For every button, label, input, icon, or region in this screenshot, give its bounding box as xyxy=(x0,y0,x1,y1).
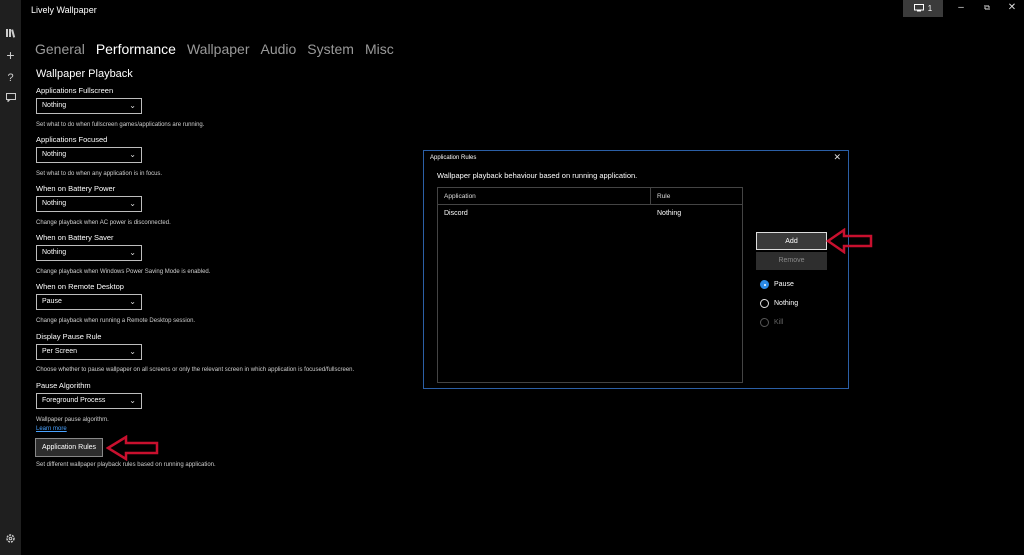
setting-help: Choose whether to pause wallpaper on all… xyxy=(36,367,355,373)
settings-icon[interactable] xyxy=(0,533,21,548)
monitor-count: 1 xyxy=(927,4,933,13)
dropdown-value: Per Screen xyxy=(42,348,78,355)
app-rules-help: Set different wallpaper playback rules b… xyxy=(36,462,216,468)
table-row[interactable]: Discord Nothing xyxy=(438,207,742,221)
application-rules-dialog: Application Rules ✕ Wallpaper playback b… xyxy=(423,150,849,389)
setting-label: When on Battery Power xyxy=(36,184,116,193)
dropdown-value: Nothing xyxy=(42,151,67,158)
dialog-title: Application Rules xyxy=(430,155,477,161)
chevron-down-icon: ⌄ xyxy=(129,248,136,257)
applications-focused-dropdown[interactable]: Nothing ⌄ xyxy=(36,147,142,163)
dropdown-value: Nothing xyxy=(42,200,67,207)
setting-help: Change playback when Windows Power Savin… xyxy=(36,269,211,275)
chevron-down-icon: ⌄ xyxy=(129,396,136,405)
dropdown-value: Pause xyxy=(42,298,62,305)
radio-unchecked-icon xyxy=(760,318,769,327)
setting-help: Change playback when running a Remote De… xyxy=(36,318,196,324)
red-arrow-icon xyxy=(826,228,873,254)
setting-help: Change playback when AC power is disconn… xyxy=(36,220,171,226)
tab-system[interactable]: System xyxy=(307,40,354,58)
setting-label: Applications Focused xyxy=(36,135,108,144)
pause-algorithm-dropdown[interactable]: Foreground Process ⌄ xyxy=(36,393,142,409)
dialog-description: Wallpaper playback behaviour based on ru… xyxy=(437,171,638,180)
chevron-down-icon: ⌄ xyxy=(129,150,136,159)
radio-unchecked-icon xyxy=(760,299,769,308)
setting-label: When on Remote Desktop xyxy=(36,282,124,291)
close-icon[interactable]: ✕ xyxy=(833,152,841,163)
minimize-icon[interactable]: – xyxy=(953,2,969,13)
feedback-icon[interactable] xyxy=(0,92,21,106)
remove-button[interactable]: Remove xyxy=(756,252,827,270)
dropdown-value: Nothing xyxy=(42,102,67,109)
monitor-select-button[interactable]: 1 xyxy=(903,0,943,17)
setting-help: Set what to do when any application is i… xyxy=(36,171,163,177)
library-icon[interactable] xyxy=(0,28,21,42)
radio-label: Kill xyxy=(774,319,784,326)
add-icon[interactable]: + xyxy=(0,48,21,62)
radio-kill[interactable]: Kill xyxy=(760,318,783,327)
dropdown-value: Foreground Process xyxy=(42,397,106,404)
learn-more-link[interactable]: Learn more xyxy=(36,426,67,432)
table-cell-application: Discord xyxy=(444,210,468,217)
chevron-down-icon: ⌄ xyxy=(129,347,136,356)
tab-audio[interactable]: Audio xyxy=(260,40,296,58)
applications-fullscreen-dropdown[interactable]: Nothing ⌄ xyxy=(36,98,142,114)
column-header-application[interactable]: Application xyxy=(438,188,651,205)
radio-label: Pause xyxy=(774,281,794,288)
display-pause-rule-dropdown[interactable]: Per Screen ⌄ xyxy=(36,344,142,360)
section-title: Wallpaper Playback xyxy=(36,68,133,80)
help-icon[interactable]: ? xyxy=(0,71,21,85)
tab-general[interactable]: General xyxy=(35,40,85,58)
monitor-icon xyxy=(913,3,924,14)
dropdown-value: Nothing xyxy=(42,249,67,256)
remote-desktop-dropdown[interactable]: Pause ⌄ xyxy=(36,294,142,310)
setting-label: Display Pause Rule xyxy=(36,332,102,341)
red-arrow-icon xyxy=(106,435,159,461)
setting-label: Pause Algorithm xyxy=(36,381,91,390)
table-cell-rule: Nothing xyxy=(657,210,682,217)
tab-performance[interactable]: Performance xyxy=(96,40,176,58)
window-title: Lively Wallpaper xyxy=(31,5,97,15)
chevron-down-icon: ⌄ xyxy=(129,101,136,110)
chevron-down-icon: ⌄ xyxy=(129,199,136,208)
battery-power-dropdown[interactable]: Nothing ⌄ xyxy=(36,196,142,212)
setting-label: When on Battery Saver xyxy=(36,233,114,242)
radio-nothing[interactable]: Nothing xyxy=(760,299,798,308)
setting-help: Set what to do when fullscreen games/app… xyxy=(36,122,205,128)
tab-wallpaper[interactable]: Wallpaper xyxy=(187,40,250,58)
close-window-icon[interactable]: ✕ xyxy=(1004,2,1020,13)
left-sidebar: + ? xyxy=(0,0,21,555)
setting-help: Wallpaper pause algorithm. xyxy=(36,417,109,423)
radio-pause[interactable]: Pause xyxy=(760,280,794,289)
column-header-rule[interactable]: Rule xyxy=(651,188,742,205)
settings-tabs: General Performance Wallpaper Audio Syst… xyxy=(35,40,394,58)
battery-saver-dropdown[interactable]: Nothing ⌄ xyxy=(36,245,142,261)
setting-label: Applications Fullscreen xyxy=(36,86,114,95)
rules-table: Application Rule Discord Nothing xyxy=(437,187,743,383)
radio-checked-icon xyxy=(760,280,769,289)
tab-misc[interactable]: Misc xyxy=(365,40,394,58)
application-rules-button[interactable]: Application Rules xyxy=(35,438,103,457)
chevron-down-icon: ⌄ xyxy=(129,297,136,306)
add-button[interactable]: Add xyxy=(756,232,827,250)
radio-label: Nothing xyxy=(774,300,799,307)
restore-icon[interactable]: ⧉ xyxy=(979,3,995,13)
